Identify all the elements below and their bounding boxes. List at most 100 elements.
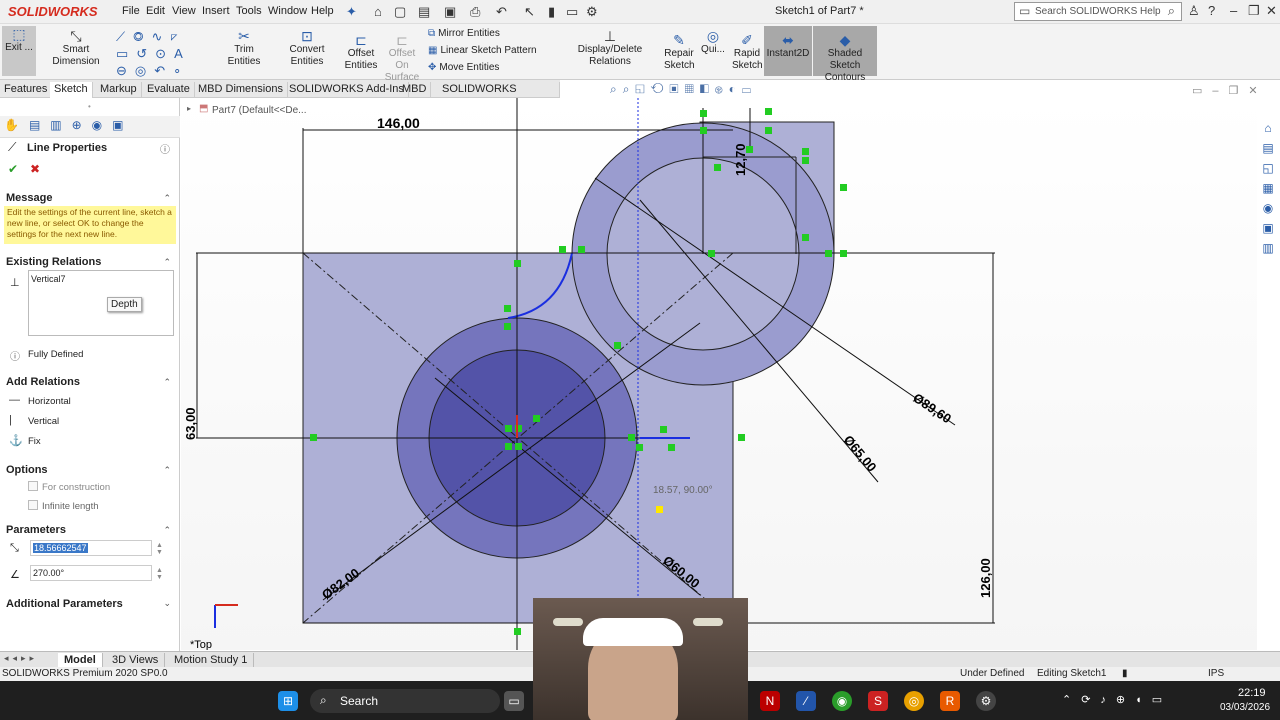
user-icon[interactable]: ♙ [1188,3,1200,19]
tab-3d-views[interactable]: 3D Views [106,653,166,667]
tab-markup[interactable]: Markup [96,82,142,98]
cancel-icon[interactable]: ✖ [30,162,40,176]
construction-checkbox[interactable] [28,481,38,491]
close-icon[interactable]: ✕ [1266,3,1277,19]
relation-item[interactable]: Vertical7 [31,274,66,284]
undo-icon[interactable]: ↶ [496,4,507,20]
tab-features[interactable]: Features [0,82,53,98]
menu-window[interactable]: Window [268,5,307,17]
app-icon[interactable]: ⁄ [796,691,816,711]
search-icon[interactable]: ⌕ [1168,3,1175,19]
start-icon[interactable]: ⊞ [278,691,298,711]
reader-icon[interactable]: R [940,691,960,711]
expand-icon[interactable]: ⌄ [163,598,171,609]
collapse-icon[interactable]: ⌃ [163,193,171,204]
pin-icon[interactable]: ✦ [346,4,357,20]
info-icon: ⓘ [10,352,20,363]
tab-evaluate[interactable]: Evaluate [143,82,195,98]
offset-button[interactable]: ⊏ Offset Entities [343,32,379,72]
move-button[interactable]: ✥ Move Entities [428,62,499,73]
infinite-length-checkbox[interactable] [28,500,38,510]
solidworks-taskbar-icon[interactable]: S [868,691,888,711]
tab-model[interactable]: Model [58,653,103,667]
add-vertical[interactable]: Vertical [28,416,59,427]
manager-tabs[interactable]: ✋▤▥⊕◉▣ [0,116,180,138]
home-icon[interactable]: ⌂ [374,4,382,19]
file-props-icon[interactable]: ▭ [566,4,578,20]
collapse-icon[interactable]: ⌃ [163,525,171,536]
angle-spinner[interactable]: ▲ ▼ [156,567,163,581]
units-label[interactable]: IPS [1208,667,1224,681]
chrome-icon[interactable]: ◉ [832,691,852,711]
save-icon[interactable]: ▣ [444,4,456,20]
length-spinner[interactable]: ▲ ▼ [156,542,163,556]
clock-date[interactable]: 03/03/2026 [1220,702,1270,713]
tab-scroll-arrows[interactable]: ◂◂▸▸ [4,653,38,664]
tab-motion-study[interactable]: Motion Study 1 [168,653,255,667]
display-delete-relations-button[interactable]: ⊥ Display/Delete Relations [560,28,660,68]
rapid-sketch-button[interactable]: ✐ Rapid Sketch [732,32,763,72]
rebuild-icon[interactable]: ▮ [548,4,555,20]
length-input[interactable]: 18.56662547 [30,540,152,556]
sketch-tools-grid[interactable]: ⟋◎∿◸ ▭↺⊙A ⊖◎↶∘ [116,28,214,79]
menu-help[interactable]: Help [311,5,334,17]
new-icon[interactable]: ▢ [394,4,406,20]
help-icon[interactable]: ? [1208,3,1215,18]
print-icon[interactable]: ⎙ [470,4,480,20]
menu-insert[interactable]: Insert [202,5,230,17]
browser-icon[interactable]: ◎ [904,691,924,711]
system-tray[interactable]: ⌃⟳♪⊕◖▭ [1062,693,1172,706]
options-header[interactable]: Options [6,464,48,476]
menu-tools[interactable]: Tools [236,5,262,17]
help-icon[interactable]: ⓘ [160,141,170,156]
task-view-icon[interactable]: ▭ [504,691,524,711]
doc-window-controls[interactable]: ▭–❐✕ [1192,84,1268,97]
angle-input[interactable]: 270.00° [30,565,152,581]
parameters-header[interactable]: Parameters [6,524,66,536]
ok-icon[interactable]: ✔ [8,162,18,176]
heads-up-view-toolbar[interactable]: ⌕⌕◱⟲▣▦◧⊛◐▭ [610,82,757,97]
clock-time[interactable]: 22:19 [1238,687,1266,699]
tab-addins[interactable]: SOLIDWORKS Add-Ins [285,82,409,98]
taskbar-search[interactable]: ⌕ Search [310,689,500,713]
quick-snaps-button[interactable]: ◎ Qui... [700,28,726,56]
add-horizontal[interactable]: Horizontal [28,396,71,407]
collapse-icon[interactable]: ⌃ [163,257,171,268]
open-icon[interactable]: ▤ [418,4,430,20]
tab-inspection[interactable]: SOLIDWORKS Inspection [438,82,560,109]
graphics-area[interactable]: ▸ ⬒ Part7 (Default<<De... 146,00 12,70 6… [181,98,1257,650]
exit-sketch-button[interactable]: ⬚ Exit ... [2,26,36,76]
message-header[interactable]: Message [6,192,52,204]
search-input[interactable]: ▭ Search SOLIDWORKS Help ⌕ [1014,2,1182,21]
menu-view[interactable]: View [172,5,196,17]
add-relations-header[interactable]: Add Relations [6,376,80,388]
additional-params-header[interactable]: Additional Parameters [6,598,123,610]
repair-sketch-button[interactable]: ✎ Repair Sketch [664,32,695,72]
existing-relations-list[interactable]: Vertical7 Depth [28,270,174,336]
linear-pattern-button[interactable]: ▦ Linear Sketch Pattern [428,45,537,56]
collapse-icon[interactable]: ⌃ [163,377,171,388]
netflix-icon[interactable]: N [760,691,780,711]
minimize-icon[interactable]: – [1230,3,1237,18]
settings-icon[interactable]: ⚙ [976,691,996,711]
smart-dimension-button[interactable]: ⤡ Smart Dimension [40,28,112,68]
instant2d-button[interactable]: ⬌ Instant2D [764,26,812,76]
splitter-dot[interactable]: • [88,102,91,111]
menu-file[interactable]: File [122,5,140,17]
trim-button[interactable]: ✂ Trim Entities [218,28,270,68]
tab-mbd-dimensions[interactable]: MBD Dimensions [194,82,288,98]
tab-sketch[interactable]: Sketch [50,82,93,98]
existing-relations-header[interactable]: Existing Relations [6,256,101,268]
task-pane-tabs[interactable]: ⌂ ▤ ◱ ▦ ◉ ▣ ▥ [1257,118,1279,258]
convert-button[interactable]: ⊡ Convert Entities [274,28,340,68]
restore-icon[interactable]: ❐ [1248,3,1260,19]
shaded-contours-button[interactable]: ◆ Shaded Sketch Contours [813,26,877,83]
select-icon[interactable]: ↖ [524,4,535,20]
mirror-button[interactable]: ⧉ Mirror Entities [428,28,500,39]
collapse-icon[interactable]: ⌃ [163,465,171,476]
add-fix[interactable]: Fix [28,436,41,447]
sketch-canvas[interactable]: 146,00 12,70 63,00 126,00 Ø89,60 Ø65,00 … [181,98,1257,650]
tab-mbd[interactable]: MBD [398,82,432,98]
menu-edit[interactable]: Edit [146,5,165,17]
options-icon[interactable]: ⚙ [586,4,598,20]
